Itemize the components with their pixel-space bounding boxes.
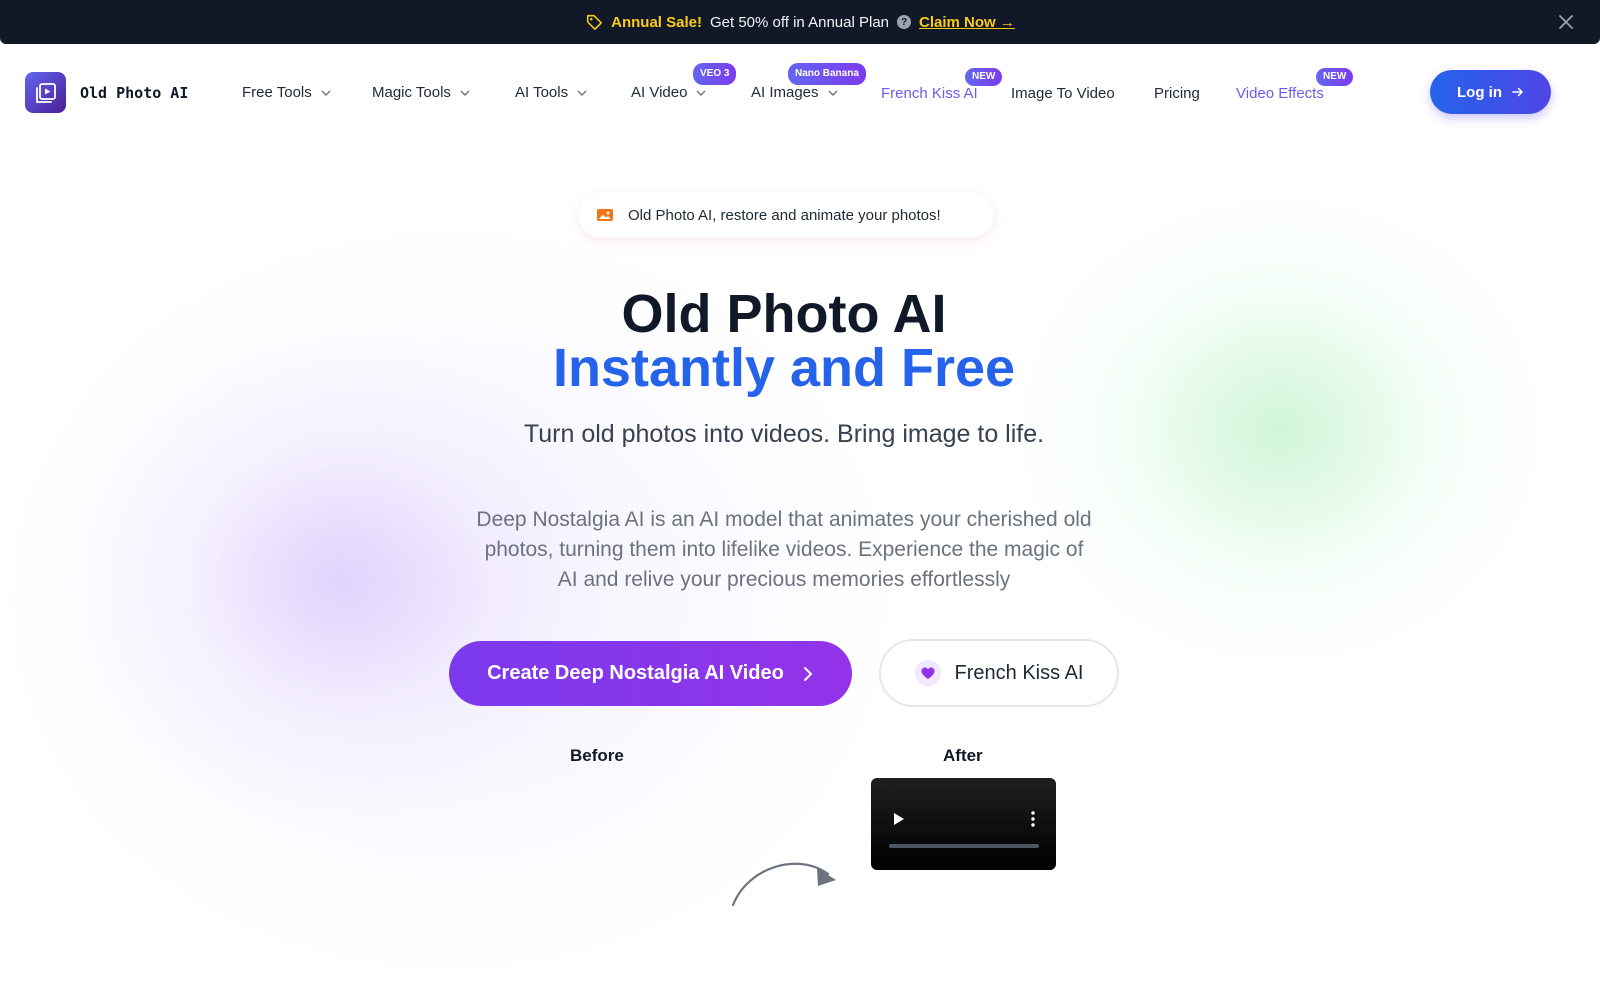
badge-new: NEW: [1316, 68, 1354, 86]
nav-french-kiss-ai[interactable]: French Kiss AI: [881, 85, 978, 102]
badge-nano-banana: Nano Banana: [788, 63, 866, 85]
badge-veo3: VEO 3: [693, 63, 737, 85]
nav-label: Image To Video: [1011, 85, 1115, 102]
nav-label: AI Images: [751, 84, 819, 101]
badge-new: NEW: [965, 68, 1003, 86]
close-icon[interactable]: [1556, 12, 1576, 32]
more-options-icon[interactable]: [1030, 810, 1036, 828]
announcement-bar: Annual Sale! Get 50% off in Annual Plan …: [0, 0, 1600, 44]
logo-text: Old Photo AI: [80, 83, 189, 102]
nav-pricing[interactable]: Pricing: [1154, 85, 1200, 102]
nav-image-to-video[interactable]: Image To Video: [1011, 85, 1115, 102]
curved-arrow-icon: [731, 862, 836, 907]
nav-ai-images[interactable]: AI Images: [751, 84, 839, 101]
create-video-label: Create Deep Nostalgia AI Video: [487, 662, 784, 684]
nav-label: AI Video: [631, 84, 688, 101]
nav-free-tools[interactable]: Free Tools: [242, 84, 332, 101]
main-navigation: Old Photo AI Free Tools Magic Tools AI T…: [0, 44, 1600, 140]
claim-now-link[interactable]: Claim Now →: [919, 14, 1015, 31]
nav-ai-tools[interactable]: AI Tools: [515, 84, 588, 101]
hero-pill-text: Old Photo AI, restore and animate your p…: [628, 206, 941, 224]
heart-icon: [914, 660, 941, 686]
chevron-down-icon: [460, 90, 470, 96]
logo[interactable]: Old Photo AI: [25, 72, 188, 113]
create-video-button[interactable]: Create Deep Nostalgia AI Video: [449, 641, 852, 706]
nav-label: Pricing: [1154, 85, 1200, 102]
tag-icon: [587, 14, 603, 30]
login-button[interactable]: Log in: [1430, 70, 1551, 114]
chevron-down-icon: [828, 90, 838, 96]
french-kiss-button[interactable]: French Kiss AI: [879, 639, 1119, 707]
chevron-right-icon: [803, 666, 813, 681]
nav-magic-tools[interactable]: Magic Tools: [372, 84, 471, 101]
nav-label: Video Effects: [1236, 85, 1324, 102]
before-label: Before: [570, 746, 624, 765]
video-progress-bar[interactable]: [889, 844, 1039, 848]
chevron-down-icon: [577, 90, 587, 96]
nav-label: AI Tools: [515, 84, 569, 101]
logo-icon: [25, 72, 66, 113]
french-kiss-label: French Kiss AI: [954, 661, 1084, 684]
nav-label: French Kiss AI: [881, 85, 978, 102]
nav-video-effects[interactable]: Video Effects: [1236, 85, 1324, 102]
nav-ai-video[interactable]: AI Video: [631, 84, 707, 101]
hero-description: Deep Nostalgia AI is an AI model that an…: [476, 508, 1092, 591]
hero-pill: Old Photo AI, restore and animate your p…: [578, 192, 994, 238]
play-icon[interactable]: [891, 811, 907, 827]
hero-title-highlight: Instantly and Free: [552, 338, 1016, 398]
after-video-player[interactable]: [871, 778, 1056, 870]
image-icon: [597, 209, 613, 221]
chevron-down-icon: [696, 90, 706, 96]
after-label: After: [943, 746, 983, 765]
chevron-down-icon: [321, 90, 331, 96]
nav-label: Free Tools: [242, 84, 312, 101]
help-icon[interactable]: ?: [897, 15, 912, 29]
nav-label: Magic Tools: [372, 84, 451, 101]
hero-subtitle: Turn old photos into videos. Bring image…: [523, 420, 1045, 448]
sale-message: Get 50% off in Annual Plan: [709, 13, 890, 31]
sale-label: Annual Sale!: [611, 13, 702, 31]
login-label: Log in: [1457, 83, 1502, 101]
arrow-right-icon: [1512, 87, 1524, 97]
